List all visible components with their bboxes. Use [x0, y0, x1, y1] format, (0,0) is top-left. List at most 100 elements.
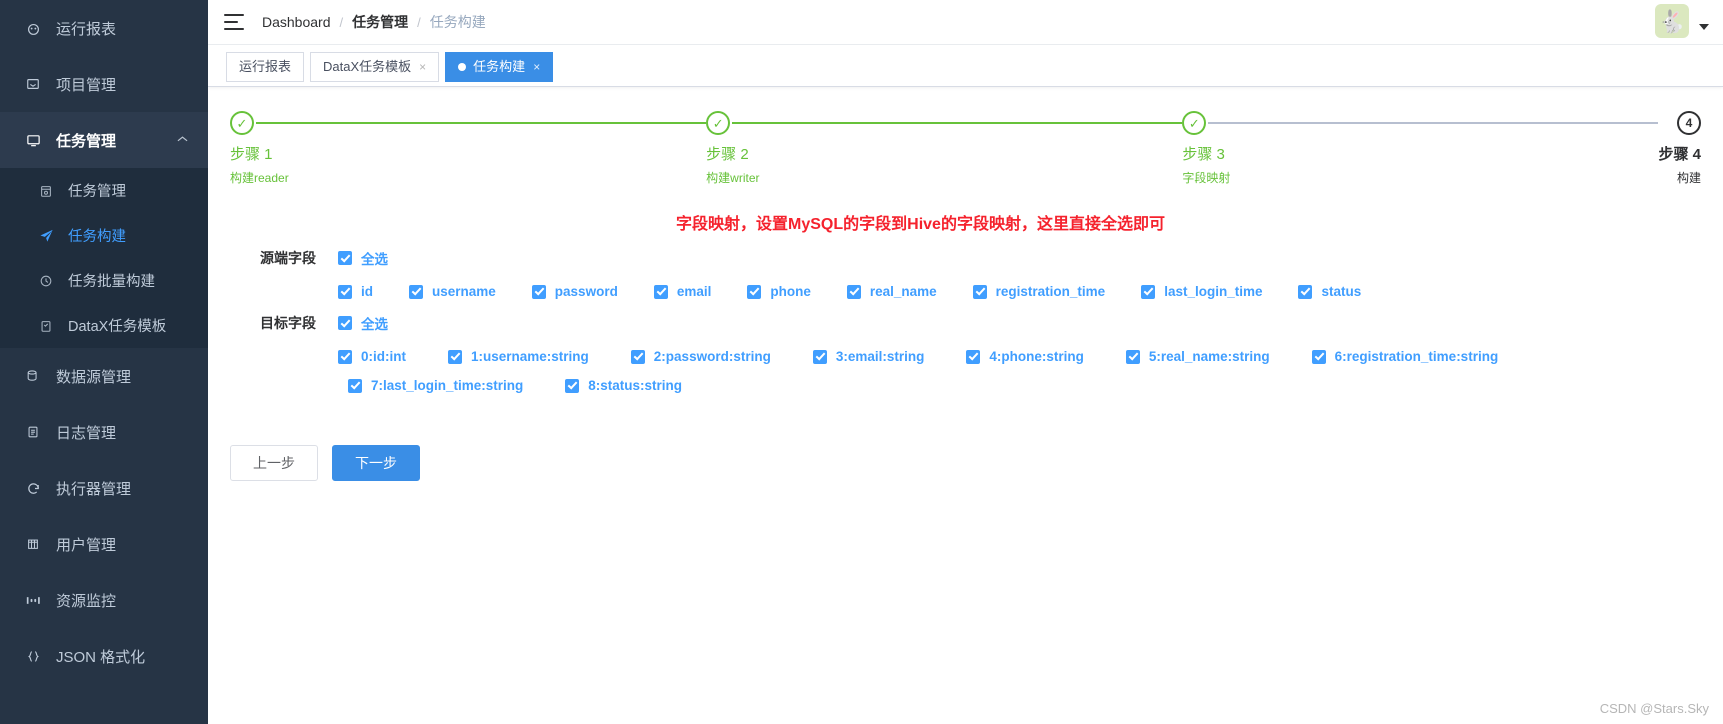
- source-fields-header: 源端字段 全选: [208, 248, 1723, 268]
- sidebar-item-report[interactable]: 运行报表: [0, 0, 208, 56]
- avatar[interactable]: 🐇: [1655, 4, 1689, 38]
- tab-task-build[interactable]: 任务构建 ×: [445, 52, 554, 82]
- checkbox-label: 0:id:int: [361, 349, 406, 364]
- target-field-7-last-login-time[interactable]: 7:last_login_time:string: [348, 378, 523, 393]
- target-field-row: 7:last_login_time:string 8:status:string: [338, 378, 1723, 393]
- hamburger-icon[interactable]: [224, 14, 244, 30]
- checkbox-label: registration_time: [995, 284, 1106, 299]
- braces-icon: [22, 649, 44, 664]
- step-circle-2: ✓: [706, 111, 731, 135]
- checkbox-label: 6:registration_time:string: [1334, 349, 1499, 364]
- target-select-all-checkbox[interactable]: 全选: [338, 313, 388, 333]
- send-icon: [36, 228, 56, 243]
- source-field-password[interactable]: password: [531, 284, 618, 299]
- checkbox-box: [338, 316, 352, 330]
- target-field-1-username[interactable]: 1:username:string: [448, 349, 589, 364]
- tab-label: 运行报表: [239, 59, 292, 74]
- step-circle-4: 4: [1676, 111, 1701, 135]
- source-field-id[interactable]: id: [338, 284, 373, 299]
- monitor-data-icon: [22, 594, 44, 607]
- step-circle-3: ✓: [1182, 111, 1207, 135]
- source-field-last-login-time[interactable]: last_login_time: [1141, 284, 1262, 299]
- close-icon[interactable]: ×: [533, 61, 540, 73]
- target-field-8-status[interactable]: 8:status:string: [565, 378, 682, 393]
- database-icon: [22, 369, 44, 383]
- sidebar-item-label: 项目管理: [56, 76, 117, 94]
- sidebar-item-user[interactable]: 用户管理: [0, 516, 208, 572]
- breadcrumb: Dashboard / 任务管理 / 任务构建: [262, 12, 486, 32]
- sidebar-item-resource-monitor[interactable]: 资源监控: [0, 572, 208, 628]
- target-field-0-id[interactable]: 0:id:int: [338, 349, 406, 364]
- next-step-button[interactable]: 下一步: [332, 445, 420, 481]
- chevron-down-icon[interactable]: [1699, 24, 1709, 30]
- prev-step-button[interactable]: 上一步: [230, 445, 318, 481]
- source-field-username[interactable]: username: [409, 284, 496, 299]
- sidebar: 运行报表 项目管理 任务管理 任务管理 任务构建 任务批量构建 DataX任务模…: [0, 0, 208, 724]
- checkbox-label: username: [432, 284, 496, 299]
- step-connector-line: [732, 122, 1183, 124]
- target-field-6-registration-time[interactable]: 6:registration_time:string: [1311, 349, 1499, 364]
- sidebar-item-label: 资源监控: [56, 592, 117, 610]
- dashboard-icon: [22, 21, 44, 36]
- checkbox-label: 4:phone:string: [989, 349, 1084, 364]
- step-title: 步骤 2: [706, 146, 749, 163]
- sidebar-item-task-management[interactable]: 任务管理: [0, 112, 208, 168]
- source-fields-list: id username password email phone real_na…: [208, 284, 1723, 299]
- annotation-note: 字段映射，设置MySQL的字段到Hive的字段映射，这里直接全选即可: [676, 216, 1165, 233]
- checkbox-label: 7:last_login_time:string: [371, 378, 524, 393]
- step-3: ✓ 步骤 3 字段映射: [1182, 111, 1659, 186]
- sidebar-item-log[interactable]: 日志管理: [0, 404, 208, 460]
- sidebar-subitem-task-batch-build[interactable]: 任务批量构建: [0, 258, 208, 303]
- checkbox-box: [747, 284, 762, 299]
- checkbox-box: [1125, 349, 1140, 364]
- source-select-all-checkbox[interactable]: 全选: [338, 248, 388, 268]
- target-field-3-email[interactable]: 3:email:string: [812, 349, 924, 364]
- grid-icon: [22, 537, 44, 551]
- target-fields-list: 0:id:int 1:username:string 2:password:st…: [208, 349, 1723, 393]
- target-field-row: 0:id:int 1:username:string 2:password:st…: [338, 349, 1723, 364]
- tab-datax-template[interactable]: DataX任务模板 ×: [310, 52, 440, 82]
- breadcrumb-item-dashboard[interactable]: Dashboard: [262, 14, 331, 30]
- target-field-5-real-name[interactable]: 5:real_name:string: [1125, 349, 1270, 364]
- checkbox-box: [1141, 284, 1156, 299]
- check-icon: ✓: [236, 115, 248, 131]
- wizard-buttons: 上一步 下一步: [208, 445, 1723, 481]
- checkbox-label: 全选: [361, 317, 388, 332]
- sidebar-item-executor[interactable]: 执行器管理: [0, 460, 208, 516]
- close-icon[interactable]: ×: [419, 61, 426, 73]
- source-field-status[interactable]: status: [1298, 284, 1361, 299]
- target-fields-header: 目标字段 全选: [208, 313, 1723, 333]
- active-dot-icon: [458, 63, 467, 71]
- checkbox-box: [565, 378, 580, 393]
- sidebar-item-json-format[interactable]: JSON 格式化: [0, 628, 208, 684]
- tab-run-report[interactable]: 运行报表: [226, 52, 305, 82]
- checkbox-box: [338, 349, 352, 364]
- tabs-bar: 运行报表 DataX任务模板 × 任务构建 ×: [208, 45, 1723, 87]
- sidebar-subitem-datax-template[interactable]: DataX任务模板: [0, 303, 208, 348]
- step-desc: 构建writer: [706, 171, 760, 185]
- source-field-real-name[interactable]: real_name: [846, 284, 937, 299]
- sidebar-item-datasource[interactable]: 数据源管理: [0, 348, 208, 404]
- target-field-2-password[interactable]: 2:password:string: [630, 349, 771, 364]
- checkbox-label: phone: [770, 284, 811, 299]
- source-field-email[interactable]: email: [653, 284, 712, 299]
- sidebar-item-label: 数据源管理: [56, 368, 132, 386]
- breadcrumb-item-task-management[interactable]: 任务管理: [352, 12, 408, 32]
- sidebar-subitem-task-build[interactable]: 任务构建: [0, 213, 208, 258]
- sidebar-subitem-task-manage[interactable]: 任务管理: [0, 168, 208, 213]
- checkbox-box: [338, 251, 352, 265]
- sidebar-item-project[interactable]: 项目管理: [0, 56, 208, 112]
- checkbox-box: [1311, 349, 1326, 364]
- watermark: CSDN @Stars.Sky: [1599, 701, 1709, 716]
- source-field-registration-time[interactable]: registration_time: [972, 284, 1106, 299]
- source-field-phone[interactable]: phone: [747, 284, 811, 299]
- checkbox-box: [966, 349, 981, 364]
- checkbox-box: [1298, 284, 1313, 299]
- sidebar-item-label: 任务管理: [56, 132, 117, 150]
- checkbox-box: [348, 378, 362, 393]
- checkbox-label: email: [676, 284, 712, 299]
- step-connector-line: [1208, 122, 1659, 124]
- checkbox-box: [409, 284, 423, 299]
- user-menu[interactable]: 🐇: [1655, 4, 1709, 38]
- target-field-4-phone[interactable]: 4:phone:string: [966, 349, 1084, 364]
